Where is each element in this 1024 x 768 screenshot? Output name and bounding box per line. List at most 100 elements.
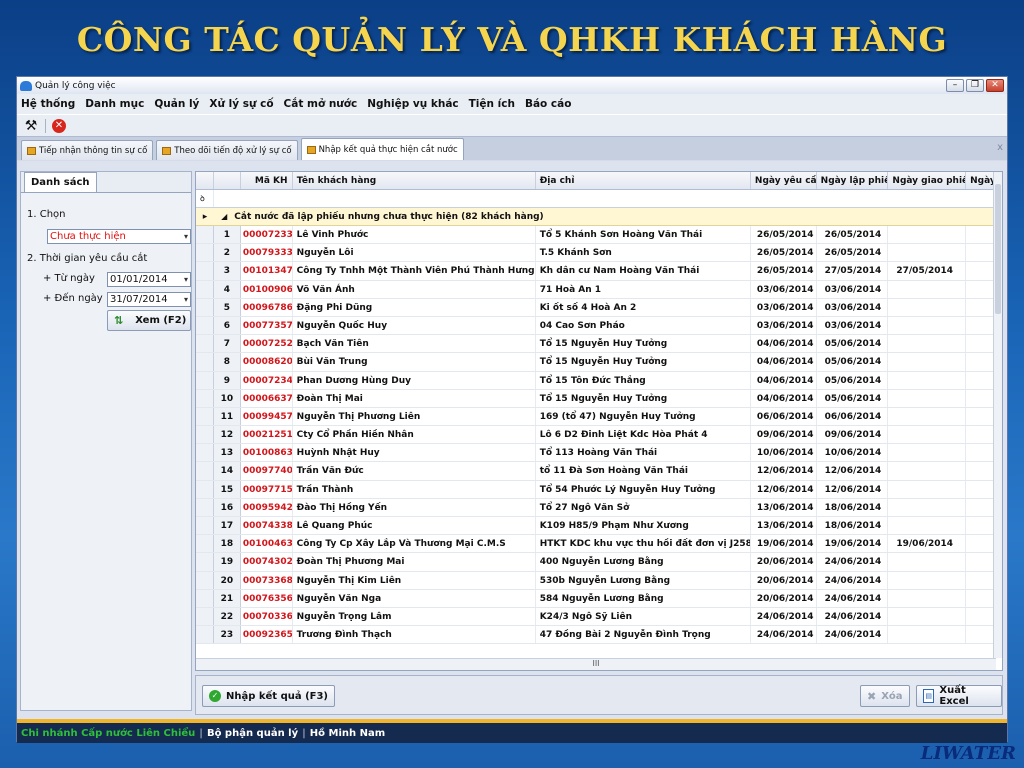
grid-filter-row[interactable]: ꝺ bbox=[196, 190, 996, 208]
table-row[interactable]: 16000959420Đào Thị Hồng YếnTổ 27 Ngô Văn… bbox=[196, 498, 996, 517]
cell-dia-chi: 169 (tổ 47) Nguyễn Huy Tưởng bbox=[536, 407, 751, 426]
tab-close-icon[interactable]: x bbox=[997, 142, 1003, 153]
cell-ngay-lap-phieu: 19/06/2014 bbox=[817, 535, 889, 553]
tab-nhap-ket-qua[interactable]: Nhập kết quả thực hiện cắt nước bbox=[300, 138, 464, 160]
cell-ngay-yeu-cau: 12/06/2014 bbox=[751, 480, 817, 498]
document-tabs: Tiếp nhận thông tin sự cố Theo dõi tiến … bbox=[17, 136, 1007, 160]
table-row[interactable]: 19000743026Đoàn Thị Phương Mai400 Nguyễn… bbox=[196, 553, 996, 572]
cell-ngay-lap-phieu: 27/05/2014 bbox=[817, 262, 889, 280]
group-row[interactable]: ▸ ◢ Cắt nước đã lập phiếu nhưng chưa thự… bbox=[196, 208, 996, 226]
cell-ngay-giao-phieu bbox=[888, 517, 967, 535]
enter-result-button[interactable]: ✓ Nhập kết quả (F3) bbox=[202, 685, 336, 707]
tab-tiep-nhan[interactable]: Tiếp nhận thông tin sự cố bbox=[21, 140, 154, 160]
cell-ma-kh: 000086201 bbox=[241, 353, 293, 371]
scroll-thumb[interactable] bbox=[995, 184, 1001, 314]
table-row[interactable]: 9000072349Phan Dương Hùng DuyTổ 15 Tôn Đ… bbox=[196, 371, 996, 390]
table-row[interactable]: 12000212518Cty Cổ Phần Hiền NhânLô 6 D2 … bbox=[196, 426, 996, 445]
table-row[interactable]: 21000763562Nguyễn Văn Nga584 Nguyễn Lươn… bbox=[196, 589, 996, 608]
cell-dia-chi: K109 H85/9 Phạm Như Xương bbox=[536, 517, 751, 535]
cell-dia-chi: Kh dân cư Nam Hoàng Văn Thái bbox=[536, 262, 751, 280]
cell-ngay bbox=[966, 589, 996, 607]
cell-ngay-giao-phieu bbox=[888, 316, 967, 335]
table-row[interactable]: 20000733686Nguyễn Thị Kim Liên530b Nguyễ… bbox=[196, 571, 996, 590]
row-indicator bbox=[196, 589, 214, 607]
vertical-scrollbar[interactable] bbox=[993, 172, 1002, 658]
menu-nghiep-vu-khac[interactable]: Nghiệp vụ khác bbox=[367, 98, 458, 110]
table-row[interactable]: 3001013478Công Ty Tnhh Một Thành Viên Ph… bbox=[196, 262, 996, 281]
cell-ngay-lap-phieu: 05/06/2014 bbox=[817, 371, 889, 389]
header-ngay[interactable]: Ngày bbox=[966, 172, 997, 189]
table-row[interactable]: 15000977153Trần ThànhTổ 54 Phước Lý Nguy… bbox=[196, 480, 996, 499]
collapse-icon[interactable]: ◢ bbox=[217, 208, 231, 226]
export-excel-button[interactable]: ▤ Xuất Excel bbox=[916, 685, 1002, 707]
to-date-picker[interactable]: 31/07/2014 ▾ bbox=[107, 292, 191, 307]
menu-tien-ich[interactable]: Tiện ích bbox=[469, 98, 515, 110]
tools-icon[interactable]: ⚒ bbox=[23, 118, 39, 134]
table-row[interactable]: 1000072336Lê Vinh PhướcTổ 5 Khánh Sơn Ho… bbox=[196, 226, 996, 245]
cell-ma-kh: 000066372 bbox=[241, 389, 293, 407]
menu-xu-ly-su-co[interactable]: Xử lý sự cố bbox=[209, 98, 273, 110]
app-window: Quản lý công việc – ❐ ✕ Hệ thống Danh mụ… bbox=[16, 76, 1008, 743]
row-number: 19 bbox=[213, 553, 241, 571]
menu-bao-cao[interactable]: Báo cáo bbox=[525, 98, 571, 110]
cell-ten-khach-hang: Trần Văn Đức bbox=[293, 462, 536, 480]
close-button[interactable]: ✕ bbox=[986, 79, 1004, 92]
header-ngay-yeu-cau[interactable]: Ngày yêu cầu bbox=[751, 172, 817, 189]
table-row[interactable]: 23000923657Trương Đình Thạch47 Đồng Bài … bbox=[196, 626, 996, 645]
row-number: 4 bbox=[213, 280, 241, 298]
cell-ngay-yeu-cau: 04/06/2014 bbox=[751, 371, 817, 389]
table-row[interactable]: 7000072523Bạch Văn TiênTổ 15 Nguyễn Huy … bbox=[196, 335, 996, 354]
table-row[interactable]: 11000994575Nguyễn Thị Phương Liên169 (tổ… bbox=[196, 407, 996, 427]
close-circle-icon[interactable]: ✕ bbox=[52, 118, 66, 133]
table-row[interactable]: 22000703363Nguyễn Trọng LâmK24/3 Ngô Sỹ … bbox=[196, 607, 996, 627]
table-row[interactable]: 10000066372Đoàn Thị MaiTổ 15 Nguyễn Huy … bbox=[196, 389, 996, 408]
cell-ngay-yeu-cau: 04/06/2014 bbox=[751, 353, 817, 371]
cell-ngay-yeu-cau: 09/06/2014 bbox=[751, 426, 817, 444]
tab-theo-doi[interactable]: Theo dõi tiến độ xử lý sự cố bbox=[156, 140, 298, 160]
header-ngay-giao-phieu[interactable]: Ngày giao phiếu bbox=[888, 172, 967, 189]
table-row[interactable]: 13001008638Huỳnh Nhật HuyTổ 113 Hoàng Vă… bbox=[196, 444, 996, 463]
cell-ma-kh: 001013478 bbox=[241, 262, 293, 280]
cell-ten-khach-hang: Trần Thành bbox=[293, 480, 536, 498]
view-button[interactable]: ⇅ Xem (F2) bbox=[107, 310, 191, 331]
cell-ngay bbox=[966, 389, 996, 407]
cell-ngay bbox=[966, 626, 996, 644]
cell-ten-khach-hang: Bạch Văn Tiên bbox=[293, 335, 536, 353]
horizontal-scrollbar[interactable]: III bbox=[196, 658, 996, 670]
menu-danh-muc[interactable]: Danh mục bbox=[85, 98, 144, 110]
row-indicator bbox=[196, 280, 214, 298]
table-row[interactable]: 8000086201Bùi Văn TrungTổ 15 Nguyễn Huy … bbox=[196, 353, 996, 372]
filter-panel: 1. Chọn Chưa thực hiện ▾ 2. Thời gian yê… bbox=[21, 192, 191, 710]
table-row[interactable]: 14000977404Trần Văn Đứctổ 11 Đà Sơn Hoàn… bbox=[196, 462, 996, 481]
tab-danh-sach[interactable]: Danh sách bbox=[24, 172, 97, 192]
menu-quan-ly[interactable]: Quản lý bbox=[154, 98, 199, 110]
table-row[interactable]: 6000773570Nguyễn Quốc Huy04 Cao Sơn Pháo… bbox=[196, 316, 996, 336]
table-row[interactable]: 4001009065Võ Văn Ánh71 Hoà An 103/06/201… bbox=[196, 280, 996, 299]
menu-he-thong[interactable]: Hệ thống bbox=[21, 98, 75, 110]
header-dia-chi[interactable]: Địa chỉ bbox=[536, 172, 751, 189]
cell-ngay-giao-phieu bbox=[888, 571, 967, 589]
table-row[interactable]: 18001004630Công Ty Cp Xây Lắp Và Thương … bbox=[196, 535, 996, 554]
table-row[interactable]: 2000793332Nguyễn LôiT.5 Khánh Sơn26/05/2… bbox=[196, 244, 996, 263]
row-indicator bbox=[196, 371, 214, 389]
table-row[interactable]: 17000743381Lê Quang PhúcK109 H85/9 Phạm … bbox=[196, 517, 996, 536]
header-ten-khach-hang[interactable]: Tên khách hàng bbox=[293, 172, 536, 189]
header-ma-kh[interactable]: Mã KH bbox=[241, 172, 293, 189]
restore-button[interactable]: ❐ bbox=[966, 79, 984, 92]
row-indicator bbox=[196, 553, 214, 571]
row-indicator bbox=[196, 498, 214, 516]
menu-cat-mo-nuoc[interactable]: Cắt mở nước bbox=[284, 98, 358, 110]
toolbar-separator bbox=[45, 118, 46, 133]
cell-ngay-yeu-cau: 13/06/2014 bbox=[751, 517, 817, 535]
cell-ngay-giao-phieu bbox=[888, 498, 967, 516]
cell-ten-khach-hang: Võ Văn Ánh bbox=[293, 280, 536, 298]
delete-button[interactable]: ✖ Xóa bbox=[860, 685, 910, 707]
status-select[interactable]: Chưa thực hiện ▾ bbox=[47, 229, 191, 244]
from-date-picker[interactable]: 01/01/2014 ▾ bbox=[107, 272, 191, 287]
minimize-button[interactable]: – bbox=[946, 79, 964, 92]
row-number: 20 bbox=[213, 571, 241, 589]
row-number: 23 bbox=[213, 626, 241, 644]
cell-ten-khach-hang: Công Ty Cp Xây Lắp Và Thương Mại C.M.S bbox=[293, 535, 536, 553]
table-row[interactable]: 5000967864Đặng Phi DũngKi ốt số 4 Hoà An… bbox=[196, 298, 996, 317]
header-ngay-lap-phieu[interactable]: Ngày lập phiếu bbox=[817, 172, 889, 189]
